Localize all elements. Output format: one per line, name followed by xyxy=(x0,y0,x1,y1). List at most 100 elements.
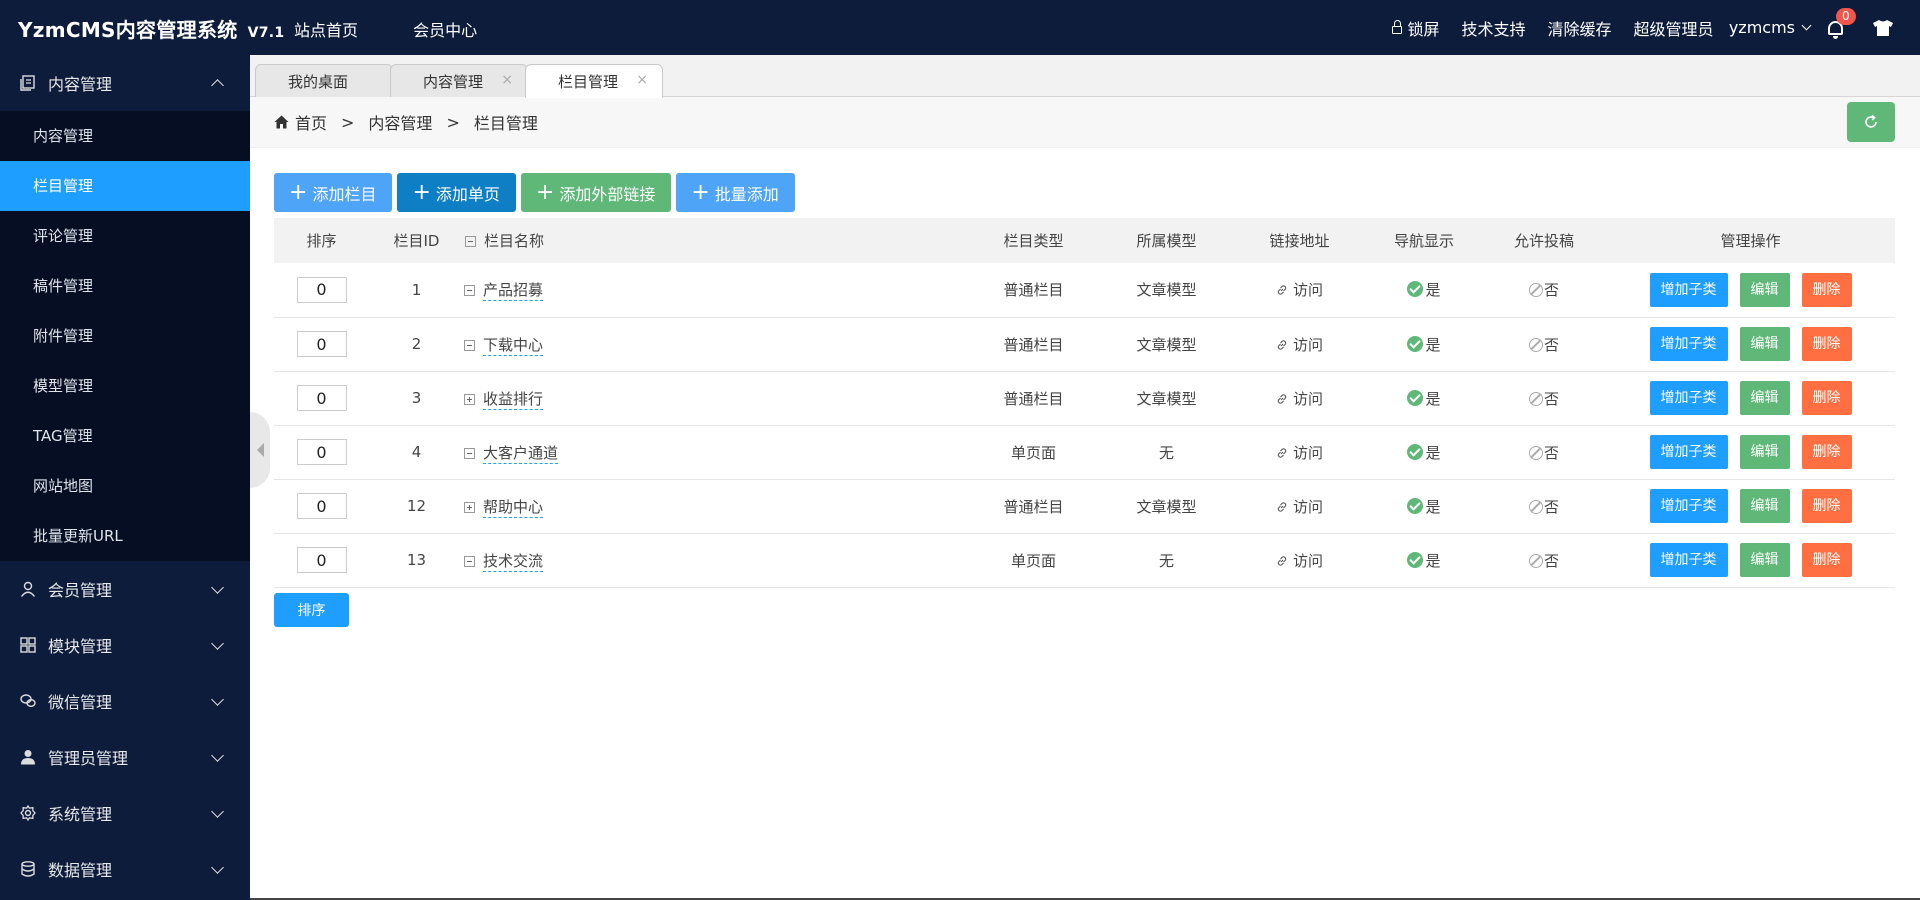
delete-button[interactable]: 删除 xyxy=(1801,327,1852,361)
sidebar-item-models[interactable]: 模型管理 xyxy=(0,361,250,411)
visit-link[interactable]: 访问 xyxy=(1293,552,1323,570)
tab-content[interactable]: 内容管理 × xyxy=(390,64,528,97)
link-cell[interactable]: 访问 xyxy=(1233,479,1366,534)
add-external-link-button[interactable]: + 添加外部链接 xyxy=(520,173,672,212)
delete-button[interactable]: 删除 xyxy=(1801,543,1852,577)
sidebar-group-modules[interactable]: 模块管理 xyxy=(0,617,250,673)
sidebar-item-comments[interactable]: 评论管理 xyxy=(0,211,250,261)
add-single-page-button[interactable]: + 添加单页 xyxy=(397,173,516,212)
nav-site-home[interactable]: 站点首页 xyxy=(294,21,358,40)
category-name-link[interactable]: 帮助中心 xyxy=(483,497,544,518)
sidebar-group-members[interactable]: 会员管理 xyxy=(0,561,250,617)
sidebar-item-sitemap[interactable]: 网站地图 xyxy=(0,461,250,511)
refresh-button[interactable] xyxy=(1847,102,1895,142)
edit-button[interactable]: 编辑 xyxy=(1739,381,1790,415)
type-cell: 普通栏目 xyxy=(967,371,1100,426)
edit-button[interactable]: 编辑 xyxy=(1739,543,1790,577)
sidebar-item-category[interactable]: 栏目管理 xyxy=(0,161,250,211)
col-id: 栏目ID xyxy=(369,218,464,263)
visit-link[interactable]: 访问 xyxy=(1293,390,1323,408)
theme-shirt-icon[interactable] xyxy=(1872,19,1894,37)
edit-button[interactable]: 编辑 xyxy=(1739,435,1790,469)
add-subcategory-button[interactable]: 增加子类 xyxy=(1649,543,1728,577)
sidebar-group-admins[interactable]: 管理员管理 xyxy=(0,729,250,785)
notifications-button[interactable]: 0 xyxy=(1826,7,1856,39)
check-circle-icon xyxy=(1407,443,1424,460)
sort-input[interactable] xyxy=(296,493,347,519)
category-name-link[interactable]: 大客户通道 xyxy=(483,443,559,464)
contrib-cell: 否 xyxy=(1482,371,1606,426)
edit-button[interactable]: 编辑 xyxy=(1739,327,1790,361)
link-cell[interactable]: 访问 xyxy=(1233,317,1366,372)
add-subcategory-button[interactable]: 增加子类 xyxy=(1649,327,1728,361)
delete-button[interactable]: 删除 xyxy=(1801,381,1852,415)
close-icon[interactable]: × xyxy=(501,72,513,88)
sort-input[interactable] xyxy=(296,547,347,573)
add-subcategory-button[interactable]: 增加子类 xyxy=(1649,489,1728,523)
breadcrumb-item[interactable]: 内容管理 xyxy=(368,110,432,134)
edit-button[interactable]: 编辑 xyxy=(1739,272,1790,307)
add-subcategory-button[interactable]: 增加子类 xyxy=(1649,435,1728,469)
expand-toggle-icon[interactable] xyxy=(464,339,475,351)
close-icon[interactable]: × xyxy=(636,72,648,88)
sidebar-item-content[interactable]: 内容管理 xyxy=(0,111,250,161)
tab-category[interactable]: 栏目管理 × xyxy=(525,64,663,98)
add-subcategory-button[interactable]: 增加子类 xyxy=(1649,272,1728,307)
visit-link[interactable]: 访问 xyxy=(1293,498,1323,516)
id-cell: 12 xyxy=(369,479,464,534)
category-name-link[interactable]: 下载中心 xyxy=(483,335,544,356)
sidebar-collapse-toggle[interactable] xyxy=(250,412,270,488)
category-name-link[interactable]: 产品招募 xyxy=(483,281,544,302)
col-model: 所属模型 xyxy=(1100,218,1233,263)
category-name-link[interactable]: 收益排行 xyxy=(483,389,544,410)
lock-screen-button[interactable]: 锁屏 xyxy=(1391,16,1440,40)
breadcrumb-home[interactable]: 首页 xyxy=(295,110,327,134)
category-name-link[interactable]: 技术交流 xyxy=(483,551,544,572)
user-menu[interactable]: 超级管理员 yzmcms xyxy=(1633,16,1812,40)
sidebar-group-data[interactable]: 数据管理 xyxy=(0,841,250,897)
visit-link[interactable]: 访问 xyxy=(1293,281,1323,299)
header-right: 锁屏 技术支持 清除缓存 超级管理员 yzmcms 0 xyxy=(1391,0,1920,55)
sidebar-item-attachments[interactable]: 附件管理 xyxy=(0,311,250,361)
plus-icon: + xyxy=(412,179,431,205)
sidebar-item-update-url[interactable]: 批量更新URL xyxy=(0,511,250,561)
sidebar-item-drafts[interactable]: 稿件管理 xyxy=(0,261,250,311)
add-category-button[interactable]: + 添加栏目 xyxy=(274,173,393,212)
tab-desktop[interactable]: 我的桌面 xyxy=(255,64,393,97)
delete-button[interactable]: 删除 xyxy=(1801,272,1852,307)
role-label: 超级管理员 xyxy=(1633,19,1714,39)
sort-input[interactable] xyxy=(296,385,347,411)
sidebar-group-content[interactable]: 内容管理 xyxy=(0,55,250,111)
ops-cell: 增加子类 编辑 删除 xyxy=(1606,479,1895,534)
sort-input[interactable] xyxy=(296,439,347,465)
sidebar-item-tags[interactable]: TAG管理 xyxy=(0,411,250,461)
visit-link[interactable]: 访问 xyxy=(1293,336,1323,354)
sort-submit-button[interactable]: 排序 xyxy=(274,593,349,627)
expand-toggle-icon[interactable] xyxy=(464,501,475,513)
expand-toggle-icon[interactable] xyxy=(464,447,475,459)
delete-button[interactable]: 删除 xyxy=(1801,435,1852,469)
sidebar-group-system[interactable]: 系统管理 xyxy=(0,785,250,841)
tech-support-link[interactable]: 技术支持 xyxy=(1462,16,1526,40)
link-cell[interactable]: 访问 xyxy=(1233,425,1366,480)
delete-button[interactable]: 删除 xyxy=(1801,489,1852,523)
collapse-all-icon[interactable] xyxy=(465,236,476,247)
link-cell[interactable]: 访问 xyxy=(1233,263,1366,318)
contrib-cell: 否 xyxy=(1482,317,1606,372)
expand-toggle-icon[interactable] xyxy=(464,285,475,297)
add-subcategory-button[interactable]: 增加子类 xyxy=(1649,381,1728,415)
expand-toggle-icon[interactable] xyxy=(464,393,475,405)
sort-input[interactable] xyxy=(296,276,347,303)
expand-toggle-icon[interactable] xyxy=(464,555,475,567)
app-logo[interactable]: YzmCMS内容管理系统 V7.1 xyxy=(18,14,284,43)
sidebar-group-wechat[interactable]: 微信管理 xyxy=(0,673,250,729)
sort-input[interactable] xyxy=(296,331,347,357)
clear-cache-button[interactable]: 清除缓存 xyxy=(1548,16,1612,40)
link-cell[interactable]: 访问 xyxy=(1233,371,1366,426)
edit-button[interactable]: 编辑 xyxy=(1739,489,1790,523)
id-cell: 1 xyxy=(369,263,464,318)
batch-add-button[interactable]: + 批量添加 xyxy=(676,173,795,212)
nav-member-center[interactable]: 会员中心 xyxy=(413,21,477,40)
link-cell[interactable]: 访问 xyxy=(1233,533,1366,588)
visit-link[interactable]: 访问 xyxy=(1293,444,1323,462)
